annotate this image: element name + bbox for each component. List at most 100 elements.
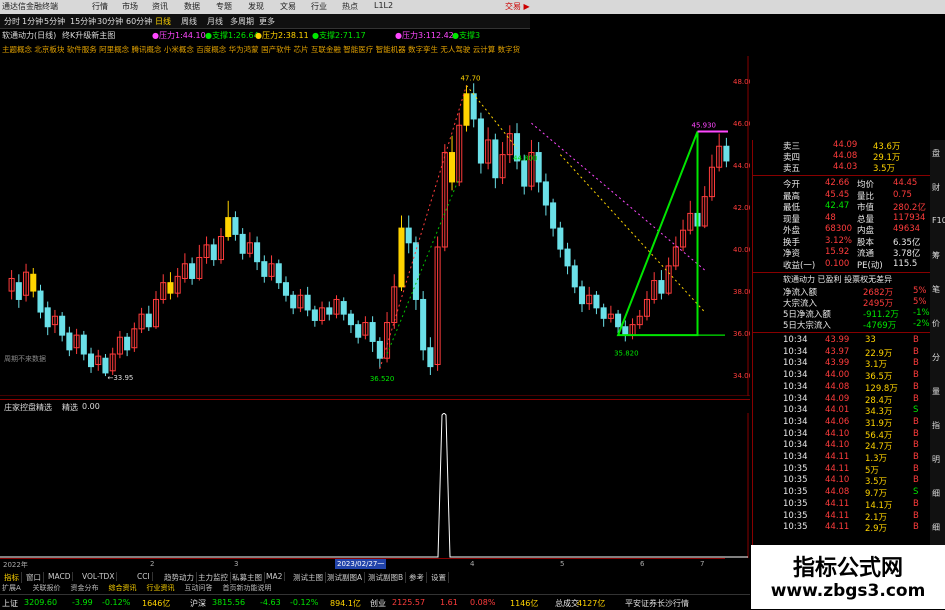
sub-indicator-name: 庄家控盘精选 [4,403,52,412]
menu-item[interactable]: 行业 [311,1,327,12]
tick-volume: 24.7万 [865,442,893,453]
side-tab[interactable]: 明 [932,454,940,465]
info-tab[interactable]: 扩展A [2,583,21,593]
tick-time: 10:34 [783,346,808,357]
period-tab[interactable]: 日线 [155,16,171,27]
indicator-tab[interactable]: 私募主图 [230,572,265,583]
stat-row: 现量 48 总量 117934 [753,213,933,225]
candle-body [542,181,549,206]
info-tab[interactable]: 首页新功能说明 [223,583,272,593]
index-name[interactable]: 创业 [370,598,386,609]
candle [44,301,51,336]
candle-body [723,145,730,162]
stat-value: 42.47 [825,201,850,211]
period-tab[interactable]: 15分钟 [70,16,96,27]
indicator-subname: 终K升级新主图 [62,31,116,40]
sub-indicator-chart[interactable]: 0.980.900.800.700.600.500.400.300.200.10 [0,412,776,558]
main-candlestick-chart[interactable]: 47.70 44.800 ←33.95 36.520 35.820 45.930 周期不来数… [0,56,753,397]
candle [456,112,463,187]
ask-row[interactable]: 卖五 44.03 3.5万 [753,162,933,174]
tick-price: 44.08 [825,487,850,498]
indicator-tab[interactable]: 趋势动力 [162,572,197,583]
menu-item[interactable]: L1L2 [374,1,393,10]
side-tab[interactable]: 筹 [932,250,940,261]
candle-body [564,248,571,267]
fund-pct: 5% [913,297,927,307]
period-tab[interactable]: 5分钟 [44,16,65,27]
period-tab[interactable]: 60分钟 [126,16,152,27]
info-tab[interactable]: 互动问答 [185,583,213,593]
indicator-tab[interactable]: VOL-TDX [80,572,118,581]
menu-item[interactable]: 市场 [122,1,138,12]
candle [506,125,513,164]
candle [593,291,600,315]
tick-price: 44.10 [825,428,850,439]
tick-price: 44.11 [825,522,850,533]
period-tab[interactable]: 月线 [207,16,223,27]
fund-value: -4769万 [863,321,897,331]
indicator-tab[interactable]: MA2 [264,572,286,581]
indicator-tab[interactable]: 窗口 [24,572,44,583]
candle-body [275,263,282,284]
menu-item[interactable]: 行情 [92,1,108,12]
candle [629,318,636,340]
period-tab[interactable]: 分时 [4,16,20,27]
indicator-tab[interactable]: 参考 [407,572,427,583]
side-tab[interactable]: 量 [932,386,940,397]
side-tab[interactable]: 分 [932,352,940,363]
period-tab[interactable]: 1分钟 [22,16,43,27]
period-tab[interactable]: 更多 [259,16,275,27]
indicator-tab[interactable]: CCI [135,572,153,581]
indicator-tab[interactable]: 测试副图A [325,572,366,583]
candle [66,326,73,357]
info-tab[interactable]: 关联报价 [33,583,61,593]
candlestick-svg[interactable]: 47.70 44.800 ←33.95 36.520 35.820 45.930 周期不来数… [0,56,753,397]
candle [470,83,477,128]
date-mark: 7 [700,560,705,568]
side-tab[interactable]: 细 [932,488,940,499]
candle [102,354,109,377]
side-tab[interactable]: 财 [932,182,940,193]
sub-indicator-svg[interactable]: 0.980.900.800.700.600.500.400.300.200.10 [0,412,776,558]
indicator-tab[interactable]: MACD [46,572,74,581]
indicator-tab[interactable]: 设置 [429,572,449,583]
index-name[interactable]: 沪深 [190,598,206,609]
future-hint-label: 周期不来数据 [4,354,46,363]
indicator-tab[interactable]: 测试主图 [291,572,326,583]
period-tab[interactable]: 30分钟 [97,16,123,27]
tick-side: S [913,405,919,416]
stat-value: 42.66 [825,178,850,188]
candle-body [232,217,239,235]
indicator-name: 软通动力(日线) [2,31,57,40]
indicator-tab[interactable]: 测试副图B [366,572,407,583]
side-tab[interactable]: 价 [932,318,940,329]
stat-label: 股本 [857,237,875,248]
indicator-tab[interactable]: 主力监控 [196,572,231,583]
menu-item[interactable]: 文易 [280,1,296,12]
side-tab[interactable]: 指 [932,420,940,431]
trade-button[interactable]: 交易 ▶ [505,1,530,12]
broker-label: 平安证券长沙行情 [625,599,689,608]
indicator-tab[interactable]: 指标 [2,572,22,583]
index-name[interactable]: 总成交 [555,598,579,609]
stat-label: 最低 [783,203,801,213]
stat-row: 最高 45.45 量比 0.75 [753,190,933,202]
info-tab[interactable]: 资金分布 [71,583,99,593]
side-tab[interactable]: 笔 [932,284,940,295]
menu-item[interactable]: 资讯 [152,1,168,12]
side-tab[interactable]: 细 [932,522,940,533]
info-tab[interactable]: 行业资讯 [147,583,175,593]
period-tab[interactable]: 周线 [181,16,197,27]
index-name[interactable]: 上证 [2,598,18,609]
menu-item[interactable]: 数据 [184,1,200,12]
menu-item[interactable]: 热点 [342,1,358,12]
side-tab[interactable]: 盘 [932,148,940,159]
candle [210,238,217,266]
side-tab[interactable]: F10 [932,216,945,225]
info-tab[interactable]: 综合资讯 [109,583,137,593]
stat-value: 115.5 [893,258,918,269]
menu-item[interactable]: 发现 [248,1,264,12]
menu-item[interactable]: 专题 [216,1,232,12]
tick-row: 10:34 44.10 24.7万 B [753,440,933,452]
period-tab[interactable]: 多周期 [230,16,254,27]
